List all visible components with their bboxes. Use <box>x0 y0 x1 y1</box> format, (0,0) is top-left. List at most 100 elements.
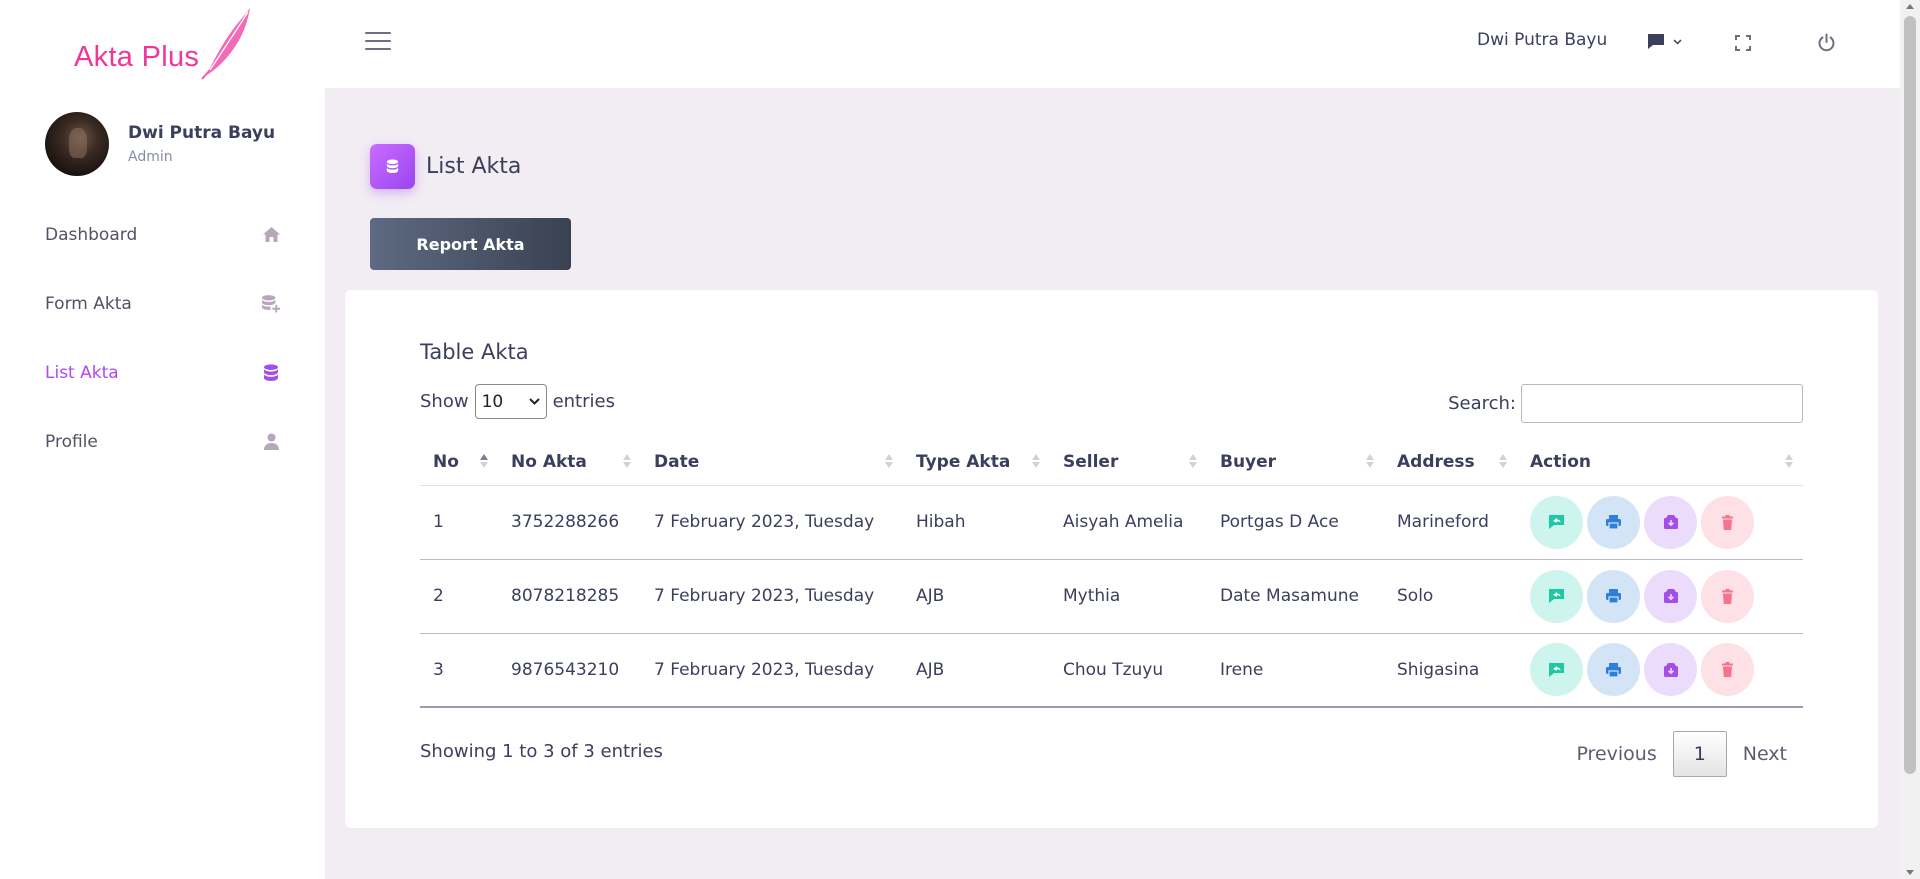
table-row: 1 3752288266 7 February 2023, Tuesday Hi… <box>420 485 1803 560</box>
column-header-no[interactable]: No <box>420 440 498 486</box>
entries-length-select[interactable]: 10 <box>474 384 547 419</box>
sidebar-nav: Dashboard Form Akta List Akta Profile <box>0 200 325 476</box>
archive-download-button[interactable] <box>1644 569 1697 623</box>
column-header-type-akta[interactable]: Type Akta <box>903 440 1050 486</box>
user-profile-box: Dwi Putra Bayu Admin <box>45 112 275 176</box>
cell-buyer: Portgas D Ace <box>1207 485 1384 560</box>
user-role: Admin <box>128 149 173 165</box>
cell-no-akta: 8078218285 <box>498 559 641 634</box>
pagination: Previous 1 Next <box>1560 731 1803 777</box>
reply-button[interactable] <box>1530 643 1583 697</box>
column-header-buyer[interactable]: Buyer <box>1207 440 1384 486</box>
sidebar-item-label: List Akta <box>45 362 119 383</box>
cell-address: Shigasina <box>1384 633 1517 708</box>
reply-icon <box>1549 515 1564 529</box>
print-icon <box>1606 662 1621 678</box>
print-icon <box>1606 515 1621 530</box>
chevron-down-icon <box>1673 38 1682 45</box>
feather-icon <box>201 8 250 80</box>
scroll-thumb[interactable] <box>1904 16 1916 774</box>
print-button[interactable] <box>1587 495 1640 549</box>
scroll-up-icon[interactable] <box>1906 4 1914 9</box>
cell-type: AJB <box>903 633 1050 708</box>
brand-logo[interactable]: Akta Plus <box>74 8 250 80</box>
pagination-previous[interactable]: Previous <box>1560 733 1672 775</box>
table-info: Showing 1 to 3 of 3 entries <box>420 741 663 762</box>
cell-no: 3 <box>420 633 498 708</box>
table-row: 3 9876543210 7 February 2023, Tuesday AJ… <box>420 633 1803 708</box>
sidebar-item-dashboard[interactable]: Dashboard <box>0 200 325 269</box>
sidebar-item-profile[interactable]: Profile <box>0 407 325 476</box>
sidebar-item-label: Form Akta <box>45 293 132 314</box>
database-icon <box>261 363 281 383</box>
brand-name: Akta Plus <box>74 41 200 73</box>
pagination-page-1[interactable]: 1 <box>1672 731 1727 777</box>
column-header-no-akta[interactable]: No Akta <box>498 440 641 486</box>
delete-button[interactable] <box>1701 495 1754 549</box>
table-title: Table Akta <box>420 340 529 364</box>
report-akta-button[interactable]: Report Akta <box>370 218 571 270</box>
search-control: Search: <box>1448 384 1803 423</box>
archive-download-button[interactable] <box>1644 643 1697 697</box>
sidebar-item-form-akta[interactable]: Form Akta <box>0 269 325 338</box>
database-icon <box>370 144 415 189</box>
cell-seller: Mythia <box>1050 559 1207 634</box>
cell-date: 7 February 2023, Tuesday <box>641 485 903 560</box>
menu-icon[interactable] <box>365 32 391 54</box>
fullscreen-icon[interactable] <box>1735 35 1751 55</box>
trash-icon <box>1722 662 1733 678</box>
column-header-date[interactable]: Date <box>641 440 903 486</box>
database-plus-icon <box>261 294 281 314</box>
column-header-address[interactable]: Address <box>1384 440 1517 486</box>
akta-table: No No Akta Date Type Akta Seller Buyer A… <box>420 440 1803 708</box>
sidebar-item-label: Dashboard <box>45 224 138 245</box>
print-button[interactable] <box>1587 569 1640 623</box>
table-row: 2 8078218285 7 February 2023, Tuesday AJ… <box>420 559 1803 634</box>
messages-dropdown[interactable] <box>1647 33 1682 50</box>
search-label: Search: <box>1448 393 1516 414</box>
cell-address: Marineford <box>1384 485 1517 560</box>
length-label-after: entries <box>552 391 615 412</box>
cell-type: AJB <box>903 559 1050 634</box>
cell-date: 7 February 2023, Tuesday <box>641 559 903 634</box>
pagination-next[interactable]: Next <box>1727 733 1803 775</box>
column-header-action[interactable]: Action <box>1517 440 1803 486</box>
cell-actions <box>1517 633 1803 708</box>
home-icon <box>261 225 281 245</box>
reply-icon <box>1549 589 1564 603</box>
print-icon <box>1606 589 1621 604</box>
length-label-before: Show <box>420 391 469 412</box>
user-icon <box>261 432 281 452</box>
sidebar: Akta Plus Dwi Putra Bayu Admin Dashboard… <box>0 0 325 879</box>
cell-buyer: Irene <box>1207 633 1384 708</box>
page-scrollbar[interactable] <box>1900 0 1920 879</box>
delete-button[interactable] <box>1701 569 1754 623</box>
cell-no-akta: 3752288266 <box>498 485 641 560</box>
column-header-seller[interactable]: Seller <box>1050 440 1207 486</box>
cell-address: Solo <box>1384 559 1517 634</box>
page-header: List Akta <box>370 144 521 189</box>
sidebar-item-label: Profile <box>45 431 98 452</box>
reply-button[interactable] <box>1530 569 1583 623</box>
cell-date: 7 February 2023, Tuesday <box>641 633 903 708</box>
delete-button[interactable] <box>1701 643 1754 697</box>
reply-button[interactable] <box>1530 495 1583 549</box>
topbar-username[interactable]: Dwi Putra Bayu <box>1477 30 1607 50</box>
search-input[interactable] <box>1521 384 1803 423</box>
reply-icon <box>1549 662 1564 677</box>
chevron-down-icon <box>528 398 540 405</box>
scroll-down-icon[interactable] <box>1906 870 1914 875</box>
user-name: Dwi Putra Bayu <box>128 123 276 143</box>
table-header-row: No No Akta Date Type Akta Seller Buyer A… <box>420 440 1803 486</box>
cell-no: 1 <box>420 485 498 560</box>
power-icon[interactable] <box>1817 33 1836 57</box>
archive-download-icon <box>1663 662 1678 677</box>
cell-actions <box>1517 559 1803 634</box>
cell-no-akta: 9876543210 <box>498 633 641 708</box>
cell-no: 2 <box>420 559 498 634</box>
avatar[interactable] <box>45 112 109 176</box>
sidebar-item-list-akta[interactable]: List Akta <box>0 338 325 407</box>
print-button[interactable] <box>1587 643 1640 697</box>
archive-download-button[interactable] <box>1644 495 1697 549</box>
archive-download-icon <box>1663 515 1678 529</box>
